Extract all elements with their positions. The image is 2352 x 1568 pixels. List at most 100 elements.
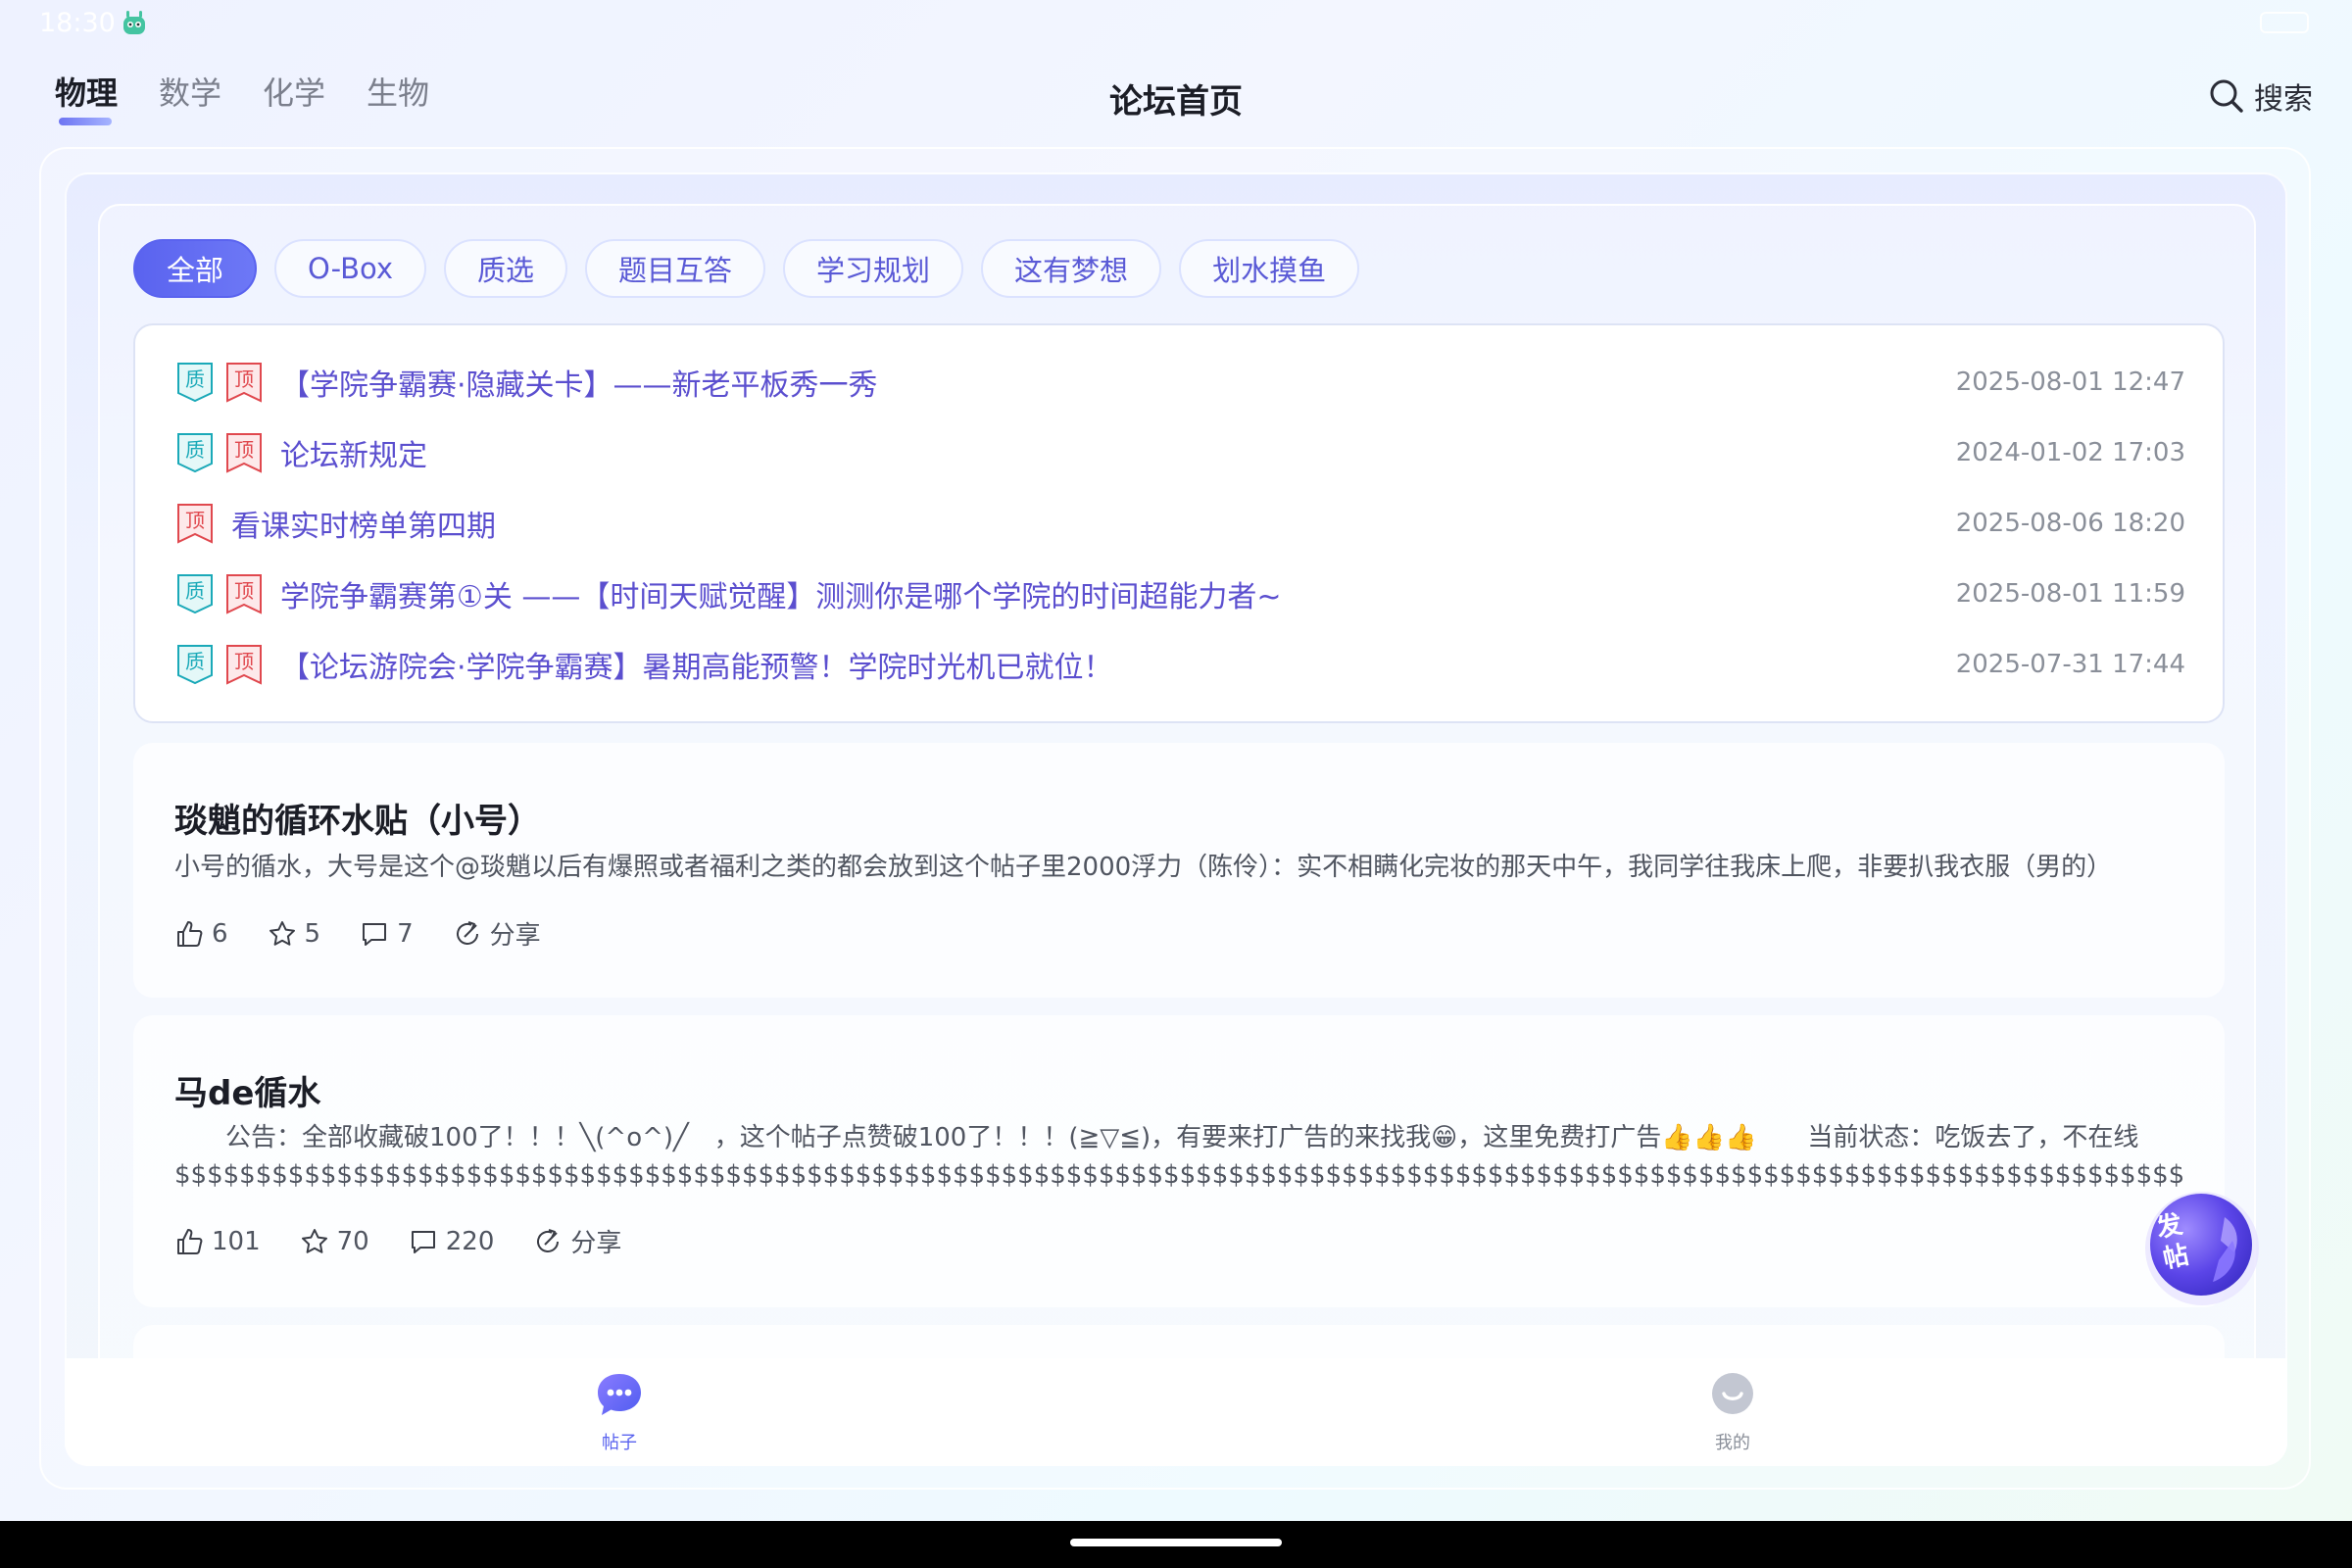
search-label: 搜索	[2254, 82, 2313, 117]
top-badge-icon: 顶	[226, 574, 262, 614]
share-label: 分享	[489, 921, 541, 951]
post-title: 琰魈的循环水贴（小号）	[174, 802, 541, 841]
quality-badge-icon: 质	[177, 363, 213, 403]
top-badge-text: 顶	[234, 650, 254, 673]
nav-mine[interactable]: 我的	[1674, 1370, 1791, 1454]
favorite-count: 70	[336, 1226, 369, 1256]
pinned-post[interactable]: 顶 看课实时榜单第四期 2025-08-06 18:20	[176, 502, 2185, 545]
star-icon	[301, 1228, 327, 1253]
star-icon	[269, 920, 295, 946]
like-count: 101	[212, 1226, 261, 1256]
top-badge-icon: 顶	[226, 363, 262, 403]
system-nav-bar	[0, 1521, 2352, 1568]
comment-button[interactable]: 7	[360, 919, 414, 949]
quality-badge-icon: 质	[177, 574, 213, 614]
category-slacking[interactable]: 划水摸鱼	[1179, 239, 1360, 298]
nav-mine-label: 我的	[1715, 1433, 1750, 1453]
favorite-button[interactable]: 5	[268, 918, 321, 949]
status-time: 18:30	[39, 8, 116, 38]
like-button[interactable]: 6	[174, 919, 228, 949]
pinned-post-title: 看课实时榜单第四期	[231, 510, 496, 544]
comment-button[interactable]: 220	[409, 1226, 495, 1256]
tab-chemistry[interactable]: 化学	[263, 69, 325, 114]
share-icon	[456, 920, 478, 945]
post-card[interactable]: 琰魈的循环水贴（小号） 小号的循水，大号是这个@琰魈以后有爆照或者福利之类的都会…	[133, 743, 2225, 998]
category-obox[interactable]: O-Box	[274, 239, 426, 298]
pinned-post-title: 【论坛游院会·学院争霸赛】暑期高能预警！学院时光机已就位！	[280, 651, 1113, 685]
quality-badge-text: 质	[185, 650, 205, 673]
category-study-plan[interactable]: 学习规划	[783, 239, 964, 298]
profile-icon	[1712, 1373, 1753, 1414]
comment-count: 7	[397, 918, 414, 949]
search-icon	[2210, 79, 2243, 113]
pinned-post-title: 【学院争霸赛·隐藏关卡】——新老平板秀一秀	[280, 368, 878, 403]
post-card[interactable]: 马de循水 公告：全部收藏破100了！！！╲(^o^)╱ ，这个帖子点赞破100…	[133, 1015, 2225, 1307]
comment-count: 220	[445, 1226, 495, 1256]
pinned-post[interactable]: 质 顶 论坛新规定 2024-01-02 17:03	[176, 431, 2185, 474]
comment-icon	[363, 922, 387, 946]
favorite-count: 5	[304, 918, 321, 949]
pinned-post-date: 2025-08-01 11:59	[1955, 579, 2185, 609]
quality-badge-icon: 质	[177, 433, 213, 473]
favorite-button[interactable]: 70	[300, 1227, 369, 1256]
top-badge-text: 顶	[185, 509, 205, 532]
robot-icon	[123, 11, 145, 34]
top-badge-icon: 顶	[177, 504, 213, 544]
post-body: 小号的循水，大号是这个@琰魈以后有爆照或者福利之类的都会放到这个帖子里2000浮…	[174, 853, 2113, 882]
tab-biology[interactable]: 生物	[367, 69, 429, 114]
top-badge-text: 顶	[234, 579, 254, 603]
tab-math[interactable]: 数学	[159, 69, 221, 114]
pinned-post-date: 2025-08-01 12:47	[1955, 368, 2185, 397]
nav-posts[interactable]: 帖子	[561, 1370, 678, 1454]
top-badge-text: 顶	[234, 368, 254, 391]
category-qa[interactable]: 题目互答	[585, 239, 766, 298]
new-post-fab-icon	[2145, 1192, 2259, 1305]
share-icon	[537, 1228, 560, 1252]
pinned-post-title: 学院争霸赛第①关 ——【时间天赋觉醒】测测你是哪个学院的时间超能力者~	[280, 580, 1282, 614]
share-button[interactable]: 分享	[533, 1223, 621, 1259]
home-indicator[interactable]	[1070, 1539, 1282, 1546]
thumbs-up-icon	[177, 920, 203, 947]
quality-badge-icon: 质	[177, 645, 213, 685]
quality-badge-text: 质	[185, 438, 205, 462]
category-dreams[interactable]: 这有梦想	[981, 239, 1162, 298]
pinned-post-title: 论坛新规定	[280, 439, 427, 473]
category-all[interactable]: 全部	[133, 239, 258, 298]
pinned-post[interactable]: 质 顶 学院争霸赛第①关 ——【时间天赋觉醒】测测你是哪个学院的时间超能力者~ …	[176, 572, 2185, 615]
post-body: 公告：全部收藏破100了！！！╲(^o^)╱ ，这个帖子点赞破100了！！！(≧…	[174, 1123, 2183, 1190]
tab-physics[interactable]: 物理	[55, 69, 118, 125]
search-button[interactable]: 搜索	[2209, 74, 2313, 118]
chat-bubble-icon	[598, 1374, 641, 1415]
quality-badge-text: 质	[185, 579, 205, 603]
thumbs-up-icon	[177, 1228, 203, 1254]
page-title: 论坛首页	[1109, 82, 1243, 122]
comment-icon	[411, 1230, 435, 1253]
nav-posts-label: 帖子	[602, 1433, 637, 1453]
post-actions: 101 70 220 分享	[174, 1223, 661, 1259]
share-label: 分享	[570, 1229, 622, 1258]
top-badge-icon: 顶	[226, 433, 262, 473]
new-post-fab[interactable]: 发帖	[2138, 1182, 2266, 1309]
post-actions: 6 5 7 分享	[174, 915, 580, 952]
battery-icon	[2260, 12, 2309, 33]
pinned-post-date: 2024-01-02 17:03	[1955, 438, 2185, 467]
pinned-posts-card: 质 顶 【学院争霸赛·隐藏关卡】——新老平板秀一秀 2025-08-01 12:…	[133, 323, 2225, 723]
forum-content: 全部 O-Box 质选 题目互答 学习规划 这有梦想 划水摸鱼 质 顶 【学院争…	[98, 204, 2256, 1464]
top-badge-icon: 顶	[226, 645, 262, 685]
top-badge-text: 顶	[234, 438, 254, 462]
pinned-post[interactable]: 质 顶 【学院争霸赛·隐藏关卡】——新老平板秀一秀 2025-08-01 12:…	[176, 361, 2185, 404]
pinned-post-date: 2025-07-31 17:44	[1955, 650, 2185, 679]
share-button[interactable]: 分享	[453, 915, 541, 952]
forum-panel: 全部 O-Box 质选 题目互答 学习规划 这有梦想 划水摸鱼 质 顶 【学院争…	[65, 172, 2287, 1466]
pinned-post-date: 2025-08-06 18:20	[1955, 509, 2185, 538]
bottom-nav: 帖子 我的	[65, 1358, 2287, 1466]
post-title: 马de循水	[174, 1074, 321, 1113]
pinned-post[interactable]: 质 顶 【论坛游院会·学院争霸赛】暑期高能预警！学院时光机已就位！ 2025-0…	[176, 643, 2185, 686]
category-quality[interactable]: 质选	[444, 239, 568, 298]
like-button[interactable]: 101	[174, 1227, 261, 1256]
subject-tabs: 物理 数学 化学 生物	[55, 69, 470, 125]
status-bar: 18:30	[0, 0, 2352, 49]
category-filter-bar: 全部 O-Box 质选 题目互答 学习规划 这有梦想 划水摸鱼	[133, 239, 1360, 298]
quality-badge-text: 质	[185, 368, 205, 391]
like-count: 6	[212, 918, 228, 949]
